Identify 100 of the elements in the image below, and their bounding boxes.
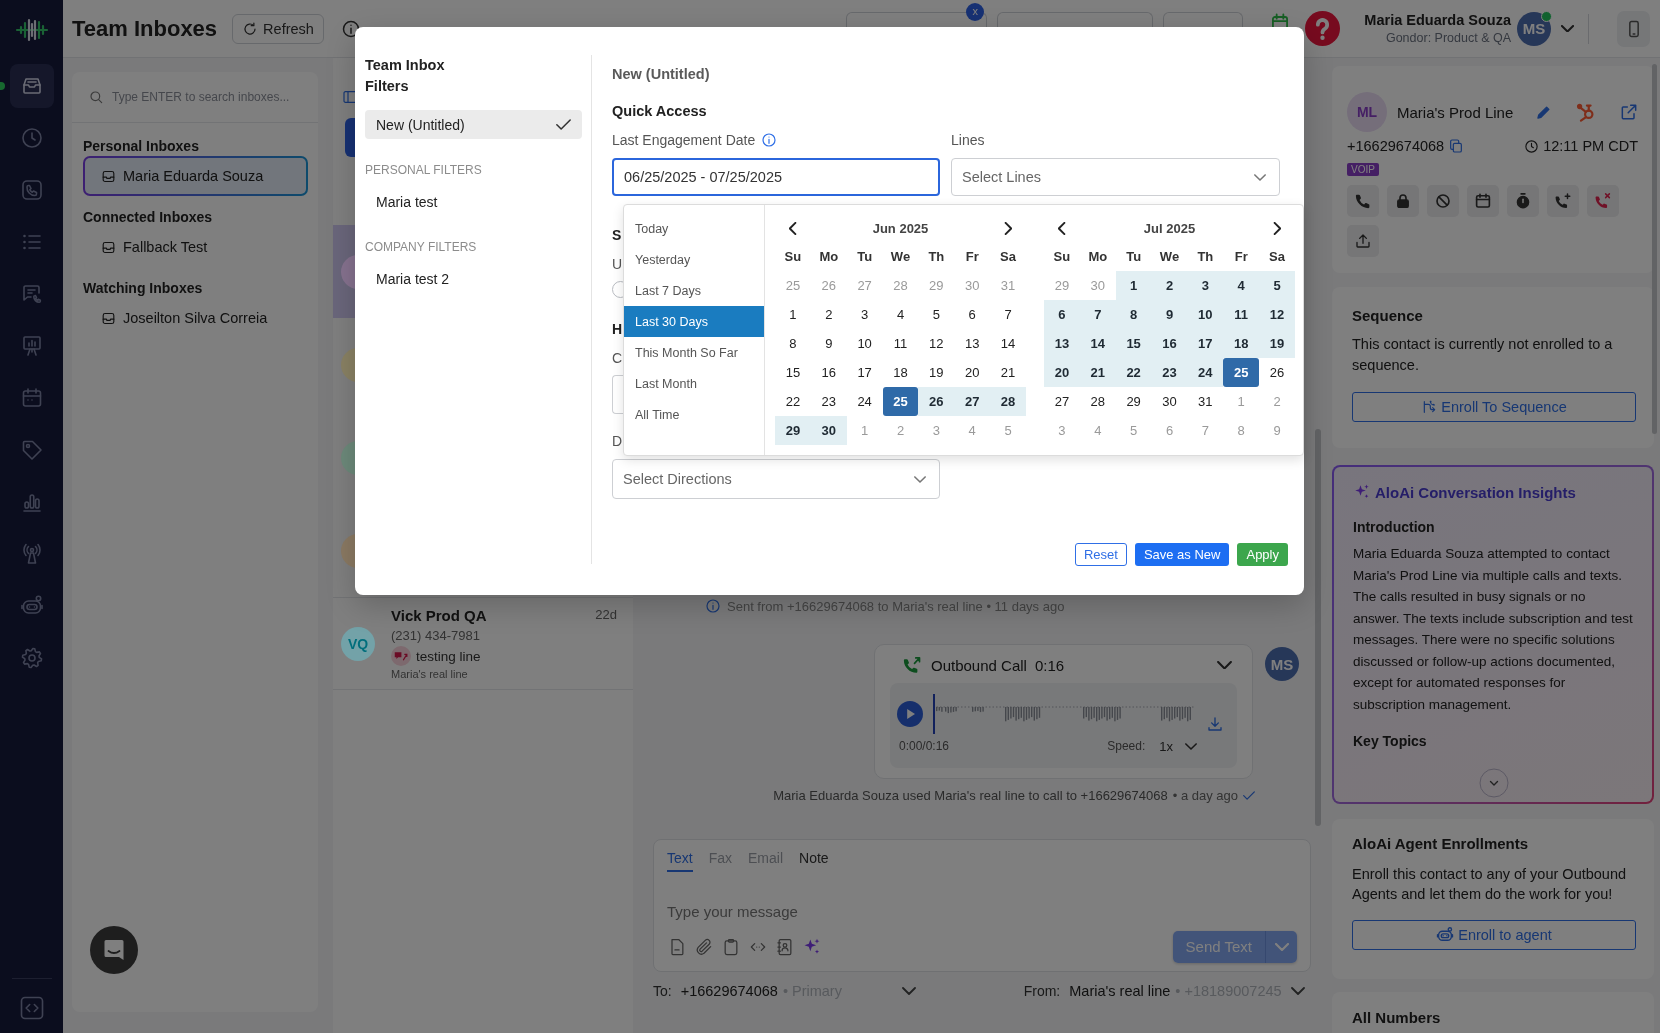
play-icon[interactable] <box>897 701 923 727</box>
calendar-day[interactable]: 14 <box>990 329 1026 358</box>
copy-icon[interactable] <box>1448 138 1465 154</box>
calendar-day[interactable]: 20 <box>954 358 991 387</box>
calendar-day[interactable]: 18 <box>1223 329 1260 358</box>
calendar-day[interactable]: 2 <box>1151 271 1188 300</box>
chevron-circle-icon[interactable] <box>1479 768 1509 798</box>
range-option[interactable]: Yesterday <box>624 244 764 275</box>
calendar-day[interactable]: 25 <box>1223 358 1260 387</box>
scrollbar-thumb[interactable] <box>1652 64 1657 434</box>
calendar-day[interactable]: 11 <box>882 329 919 358</box>
calendar-day[interactable]: 30 <box>810 416 847 445</box>
waveform-track[interactable] <box>933 694 1194 734</box>
chat-bubble-icon[interactable] <box>90 926 138 974</box>
help-icon[interactable] <box>1305 11 1341 46</box>
calendar-day[interactable]: 7 <box>1079 300 1116 329</box>
range-option[interactable]: Today <box>624 213 764 244</box>
lines-select[interactable]: Select Lines <box>951 158 1280 196</box>
filter-item[interactable]: Maria test <box>365 187 582 216</box>
range-option[interactable]: All Time <box>624 399 764 430</box>
conversation-item[interactable]: VQ Vick Prod QA 22d (231) 434-7981 testing line Maria's real line <box>333 597 633 690</box>
header-button[interactable] <box>997 12 1154 28</box>
search-field[interactable]: Type ENTER to search inboxes... <box>112 90 310 104</box>
calendar-day[interactable]: 10 <box>846 329 883 358</box>
calendar-day[interactable]: 1 <box>1115 271 1152 300</box>
range-option[interactable]: This Month So Far <box>624 337 764 368</box>
calendar-day[interactable]: 24 <box>846 387 883 416</box>
calendar-day[interactable]: 7 <box>990 300 1026 329</box>
range-option[interactable]: Last Month <box>624 368 764 399</box>
phone-icon[interactable] <box>19 178 44 202</box>
info-icon[interactable] <box>340 18 361 39</box>
calendar-day[interactable]: 6 <box>954 300 991 329</box>
paperclip-icon[interactable] <box>694 936 714 957</box>
sidebar-toggle-icon[interactable] <box>342 89 358 105</box>
calendar-day[interactable]: 22 <box>1115 358 1152 387</box>
chevron-right-icon[interactable] <box>1004 221 1012 235</box>
calendar-day[interactable]: 12 <box>1259 300 1295 329</box>
calendar-day[interactable]: 2 <box>810 300 847 329</box>
download-icon[interactable] <box>1206 715 1224 733</box>
calendar-day[interactable]: 8 <box>1115 300 1152 329</box>
calendar-day[interactable]: 28 <box>1079 387 1116 416</box>
send-options-button[interactable] <box>1265 930 1297 963</box>
inbox-item[interactable]: Maria Eduarda Souza <box>83 156 308 196</box>
calendar-day[interactable]: 18 <box>882 358 919 387</box>
calendar-day[interactable]: 16 <box>810 358 847 387</box>
chevron-down-icon[interactable] <box>1561 24 1574 33</box>
calendar-day[interactable]: 24 <box>1187 358 1224 387</box>
calendar-day[interactable]: 23 <box>1151 358 1188 387</box>
save-as-new-button[interactable]: Save as New <box>1134 543 1230 566</box>
calendar-day[interactable]: 31 <box>1187 387 1224 416</box>
inbox-item[interactable]: Fallback Test <box>83 227 308 267</box>
date-range-field[interactable]: 06/25/2025 - 07/25/2025 <box>612 158 940 196</box>
calendar-day[interactable]: 28 <box>990 387 1026 416</box>
calendar-day[interactable]: 6 <box>1044 300 1080 329</box>
calendar-day[interactable]: 13 <box>1044 329 1080 358</box>
message-field[interactable]: Type your message <box>667 902 1297 922</box>
calendar-day[interactable]: 26 <box>918 387 955 416</box>
calendar-day[interactable]: 3 <box>1187 271 1224 300</box>
calendar-day[interactable]: 10 <box>1187 300 1224 329</box>
calendar-day[interactable]: 27 <box>954 387 991 416</box>
phone-plus-icon[interactable] <box>1547 185 1579 217</box>
reset-button[interactable]: Reset <box>1074 543 1127 566</box>
inbox-icon[interactable] <box>9 64 54 108</box>
calendar-day[interactable]: 23 <box>810 387 847 416</box>
chevron-down-icon[interactable] <box>1217 660 1232 670</box>
refresh-button[interactable]: Refresh <box>232 13 324 44</box>
calendar-day[interactable]: 14 <box>1079 329 1116 358</box>
calendar-day[interactable]: 21 <box>1079 358 1116 387</box>
calendar-day[interactable]: 16 <box>1151 329 1188 358</box>
calendar-day[interactable]: 25 <box>882 387 919 416</box>
directions-select[interactable]: Select Directions <box>612 459 940 499</box>
filter-item[interactable]: Maria test 2 <box>365 264 582 293</box>
settings-icon[interactable] <box>19 646 44 670</box>
calendar-day[interactable]: 29 <box>775 416 811 445</box>
calendar-day[interactable]: 26 <box>1259 358 1295 387</box>
scrollbar-thumb[interactable] <box>1315 429 1321 826</box>
filter-item[interactable]: New (Untitled) <box>365 110 582 139</box>
chevron-right-icon[interactable] <box>1273 221 1281 235</box>
calendar-day[interactable]: 19 <box>1259 329 1295 358</box>
calendar-day[interactable]: 17 <box>1187 329 1224 358</box>
calendar-day[interactable]: 4 <box>1223 271 1260 300</box>
clock-icon[interactable] <box>19 126 44 150</box>
calendar-day[interactable]: 1 <box>775 300 811 329</box>
calendar-day[interactable]: 17 <box>846 358 883 387</box>
calendar-day[interactable]: 15 <box>775 358 811 387</box>
chevron-left-icon[interactable] <box>1058 221 1066 235</box>
calendar-day[interactable]: 15 <box>1115 329 1152 358</box>
upload-icon[interactable] <box>1347 225 1379 257</box>
calendar-day[interactable]: 3 <box>846 300 883 329</box>
calendar-day[interactable]: 22 <box>775 387 811 416</box>
calendar-day[interactable]: 29 <box>1115 387 1152 416</box>
prohibited-icon[interactable] <box>1427 185 1459 217</box>
calendar-day[interactable]: 5 <box>918 300 955 329</box>
calendar-day[interactable]: 9 <box>1151 300 1188 329</box>
inbox-item[interactable]: Joseilton Silva Correia <box>83 298 308 338</box>
header-button[interactable] <box>1163 12 1244 28</box>
chevron-left-icon[interactable] <box>789 221 797 235</box>
speed-select[interactable]: 1x <box>1159 738 1197 754</box>
stopwatch-icon[interactable] <box>1507 185 1539 217</box>
calendar-day[interactable]: 19 <box>918 358 955 387</box>
